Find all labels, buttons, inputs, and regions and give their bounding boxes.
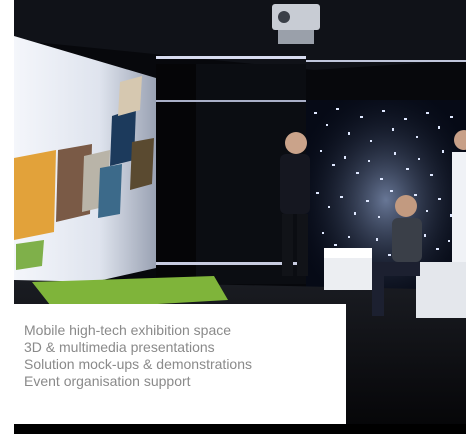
caption-line-mockups: Solution mock-ups & demonstrations	[24, 356, 252, 372]
caption-line-event-support: Event organisation support	[24, 373, 191, 389]
caption-line-presentations: 3D & multimedia presentations	[24, 339, 215, 355]
bottom-frame-strip	[14, 424, 466, 434]
caption-box: Mobile high-tech exhibition space 3D & m…	[14, 304, 346, 424]
caption-line-exhibition-space: Mobile high-tech exhibition space	[24, 322, 232, 338]
